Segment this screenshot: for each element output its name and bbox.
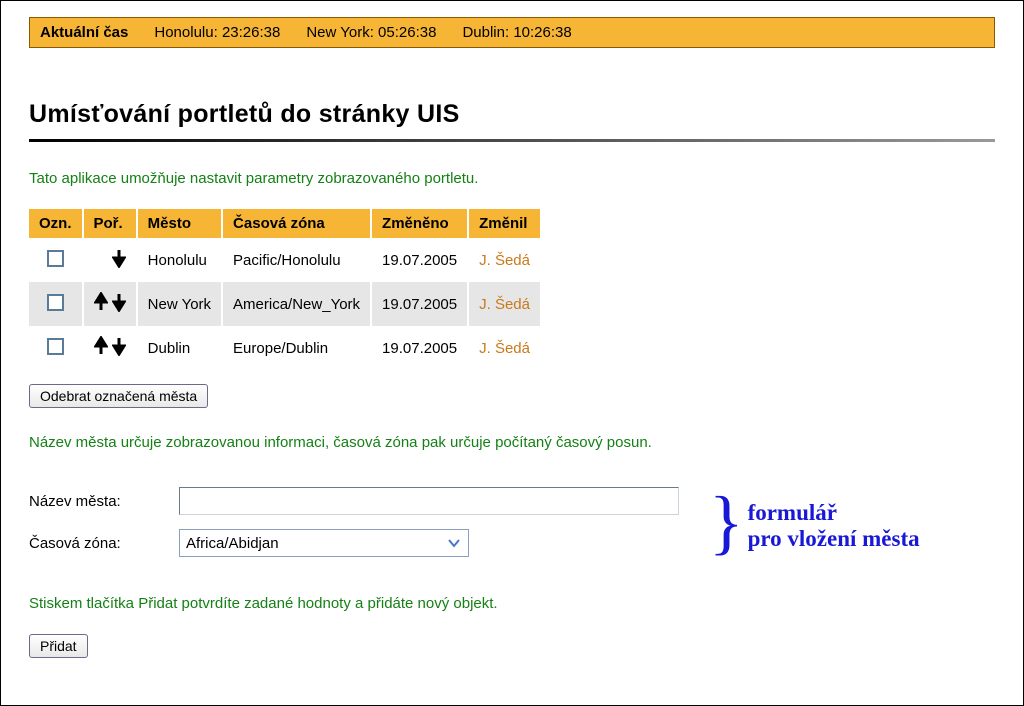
row-checkbox[interactable] — [47, 294, 64, 311]
cell-date: 19.07.2005 — [371, 282, 468, 326]
cell-author: J. Šedá — [468, 238, 540, 282]
add-button[interactable]: Přidat — [29, 634, 88, 658]
th-mesto: Město — [137, 209, 222, 238]
cell-date: 19.07.2005 — [371, 238, 468, 282]
arrow-up-icon[interactable] — [94, 336, 108, 360]
remove-button[interactable]: Odebrat označená města — [29, 384, 208, 408]
hint-text: Název města určuje zobrazovanou informac… — [29, 434, 995, 451]
arrow-down-icon[interactable] — [112, 248, 126, 272]
timebar-city-0: Honolulu: 23:26:38 — [154, 24, 280, 41]
arrow-down-icon[interactable] — [112, 292, 126, 316]
name-input[interactable] — [179, 487, 679, 515]
confirm-text: Stiskem tlačítka Přidat potvrdíte zadané… — [29, 595, 995, 612]
arrow-up-icon[interactable] — [94, 292, 108, 316]
arrow-down-icon[interactable] — [112, 336, 126, 360]
timebar-label: Aktuální čas — [40, 24, 128, 41]
cell-zone: Europe/Dublin — [222, 326, 371, 370]
intro-text: Tato aplikace umožňuje nastavit parametr… — [29, 170, 995, 187]
cell-city: Dublin — [137, 326, 222, 370]
cell-city: New York — [137, 282, 222, 326]
zone-selected-value: Africa/Abidjan — [186, 535, 279, 552]
th-zona: Časová zóna — [222, 209, 371, 238]
cell-zone: Pacific/Honolulu — [222, 238, 371, 282]
page-title: Umísťování portletů do stránky UIS — [29, 100, 995, 129]
city-table: Ozn. Poř. Město Časová zóna Změněno Změn… — [29, 209, 540, 370]
table-row: Honolulu Pacific/Honolulu 19.07.2005 J. … — [29, 238, 540, 282]
th-zmeneno: Změněno — [371, 209, 468, 238]
brace-icon: } — [709, 496, 744, 548]
add-form: Název města: Časová zóna: Africa/Abidjan — [29, 487, 679, 571]
th-ozn: Ozn. — [29, 209, 83, 238]
th-zmenil: Změnil — [468, 209, 540, 238]
time-bar: Aktuální čas Honolulu: 23:26:38 New York… — [29, 17, 995, 48]
row-checkbox[interactable] — [47, 250, 64, 267]
timebar-city-2: Dublin: 10:26:38 — [462, 24, 571, 41]
cell-author: J. Šedá — [468, 282, 540, 326]
row-checkbox[interactable] — [47, 338, 64, 355]
chevron-down-icon — [446, 535, 462, 551]
cell-zone: America/New_York — [222, 282, 371, 326]
zone-label: Časová zóna: — [29, 535, 169, 552]
cell-author: J. Šedá — [468, 326, 540, 370]
table-row: New York America/New_York 19.07.2005 J. … — [29, 282, 540, 326]
annotation: formulář pro vložení města — [748, 500, 920, 552]
th-por: Poř. — [83, 209, 137, 238]
name-label: Název města: — [29, 493, 169, 510]
table-row: Dublin Europe/Dublin 19.07.2005 J. Šedá — [29, 326, 540, 370]
zone-select[interactable]: Africa/Abidjan — [179, 529, 469, 557]
cell-city: Honolulu — [137, 238, 222, 282]
timebar-city-1: New York: 05:26:38 — [306, 24, 436, 41]
cell-date: 19.07.2005 — [371, 326, 468, 370]
divider — [29, 139, 995, 142]
